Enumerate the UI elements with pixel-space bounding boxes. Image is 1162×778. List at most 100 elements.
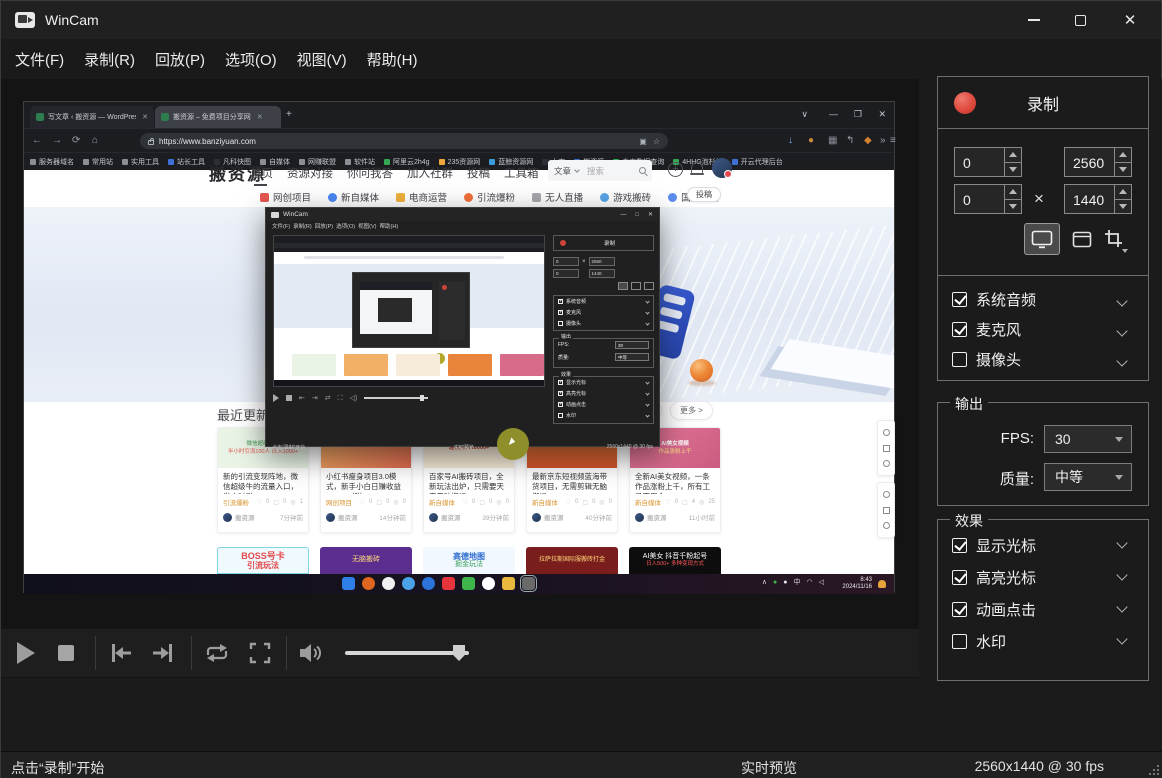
close-icon: ✕ <box>1124 13 1137 28</box>
views-icon: ◎ <box>699 499 704 506</box>
fullscreen-icon <box>249 642 271 664</box>
watermark-toggle[interactable]: 水印 <box>938 630 1148 652</box>
maximize-button[interactable] <box>1057 1 1103 39</box>
microphone-toggle[interactable]: 麦克风 <box>938 317 1148 341</box>
checkbox-checked-icon <box>952 602 967 617</box>
crop-icon <box>1104 229 1124 249</box>
menu-help[interactable]: 帮助(H) <box>367 49 418 70</box>
nested-preview <box>273 235 545 387</box>
spin-down-button[interactable] <box>1005 200 1021 214</box>
history-icon: ↰ <box>846 136 854 146</box>
lock-icon <box>148 140 154 145</box>
play-button[interactable] <box>15 641 37 665</box>
tray-chevron-icon: ∧ <box>762 579 767 586</box>
fps-dropdown[interactable]: 30 <box>1044 425 1132 453</box>
site-search: 文章 搜索 <box>548 160 652 181</box>
skip-end-icon <box>151 642 175 664</box>
chevron-down-icon <box>1122 249 1128 253</box>
animate-clicks-toggle[interactable]: 动画点击 <box>938 598 1148 620</box>
translate-icon: ▣ <box>639 137 647 146</box>
region-width-input[interactable]: 2560 <box>1064 147 1132 177</box>
volume-slider-thumb[interactable] <box>453 645 465 661</box>
quality-dropdown[interactable]: 中等 <box>1044 463 1132 491</box>
menu-record[interactable]: 录制(R) <box>84 49 135 70</box>
crop-capture-button[interactable] <box>1100 223 1128 255</box>
show-cursor-toggle[interactable]: 显示光标 <box>938 534 1148 556</box>
menu-options[interactable]: 选项(O) <box>225 49 277 70</box>
region-height-input[interactable]: 1440 <box>1064 184 1132 214</box>
chevron-down-icon[interactable] <box>1116 537 1127 548</box>
loop-icon: ⇄ <box>325 395 331 402</box>
extension-icon: ▦ <box>828 136 837 146</box>
nested-titlebar: WinCam —□✕ <box>266 208 659 221</box>
preview-taskbar: ∧ ● ● 中 ◠ ◁ 8:43 2024/11/16 <box>24 574 894 594</box>
chevron-down-icon[interactable] <box>1116 633 1127 644</box>
bell-icon <box>883 522 890 529</box>
skip-to-start-button[interactable] <box>109 642 133 664</box>
comments-icon: ▢ <box>479 499 485 506</box>
chevron-down-icon[interactable] <box>1116 325 1127 336</box>
webcam-toggle[interactable]: 摄像头 <box>938 347 1148 371</box>
chevron-down-icon[interactable] <box>1116 569 1127 580</box>
preview-mode-label: 实时预览 <box>741 758 797 778</box>
loop-button[interactable] <box>205 642 229 664</box>
app-icon <box>15 12 35 28</box>
views-icon: ◎ <box>599 499 604 506</box>
article-card: BOSS号卡 引流玩法 <box>217 547 309 574</box>
search-icon <box>883 460 890 467</box>
browser-close-icon: ✕ <box>878 110 886 119</box>
search-icon <box>639 167 646 174</box>
skip-to-end-button[interactable] <box>151 642 175 664</box>
windows-start-icon <box>342 577 355 590</box>
checkbox-checked-icon <box>952 538 967 553</box>
spin-up-button[interactable] <box>1005 148 1021 163</box>
window-capture-button[interactable] <box>1068 223 1096 255</box>
wifi-icon: ◠ <box>807 579 813 586</box>
mute-button[interactable] <box>298 642 324 664</box>
window-icon <box>1072 231 1092 248</box>
hero-orange-sphere <box>690 359 713 382</box>
spin-down-button[interactable] <box>1115 200 1131 214</box>
minimize-icon: — <box>620 212 626 218</box>
highlight-cursor-toggle[interactable]: 高亮光标 <box>938 566 1148 588</box>
region-y-input[interactable]: 0 <box>954 184 1022 214</box>
spin-down-button[interactable] <box>1005 163 1021 177</box>
play-icon <box>15 641 37 665</box>
section-title: 最近更新 <box>217 405 269 424</box>
firefox-icon <box>362 577 375 590</box>
monitor-capture-button[interactable] <box>1024 223 1060 255</box>
resize-grip[interactable] <box>1149 765 1159 775</box>
forward-icon: → <box>52 136 62 146</box>
statusbar: 点击“录制”开始 实时预览 2560x1440 @ 30 fps <box>1 751 1162 778</box>
spin-up-button[interactable] <box>1115 148 1131 163</box>
play-icon <box>273 394 279 402</box>
menu-playback[interactable]: 回放(P) <box>155 49 205 70</box>
article-card: AI美女 抖音千粉起号 日入500+ 多种变现方式 <box>629 547 721 574</box>
stop-icon <box>286 395 292 401</box>
chevron-down-icon[interactable] <box>1116 355 1127 366</box>
region-x-input[interactable]: 0 <box>954 147 1022 177</box>
spin-up-button[interactable] <box>1005 185 1021 200</box>
site-action-rail <box>877 420 895 476</box>
close-button[interactable]: ✕ <box>1107 1 1153 39</box>
live-preview: 写文章 ‹ 搬资源 — WordPress ✕ 搬资源 – 免费项目分享网 ✕ … <box>23 101 895 593</box>
browser-maximize-icon: ❐ <box>854 110 862 119</box>
volume-slider <box>364 397 428 399</box>
dimension-separator: × <box>1034 189 1044 209</box>
fullscreen-button[interactable] <box>249 642 271 664</box>
profile-icon <box>883 429 890 436</box>
minimize-button[interactable] <box>1011 1 1057 39</box>
menu-file[interactable]: 文件(F) <box>15 49 64 70</box>
stop-button[interactable] <box>57 644 75 662</box>
chevron-down-icon[interactable] <box>1116 601 1127 612</box>
chevron-down-icon[interactable] <box>1116 295 1127 306</box>
system-audio-toggle[interactable]: 系统音频 <box>938 287 1148 311</box>
menu-view[interactable]: 视图(V) <box>297 49 347 70</box>
xiaohongshu-icon <box>442 577 455 590</box>
record-button[interactable]: 录制 <box>937 76 1149 129</box>
spin-down-button[interactable] <box>1115 163 1131 177</box>
site-categories: 网创项目 新自媒体 电商运营 引流爆粉 无人直播 游戏搬砖 国外项目 <box>260 190 719 204</box>
ime-indicator: 中 <box>794 579 801 586</box>
volume-slider[interactable] <box>345 651 469 655</box>
spin-up-button[interactable] <box>1115 185 1131 200</box>
